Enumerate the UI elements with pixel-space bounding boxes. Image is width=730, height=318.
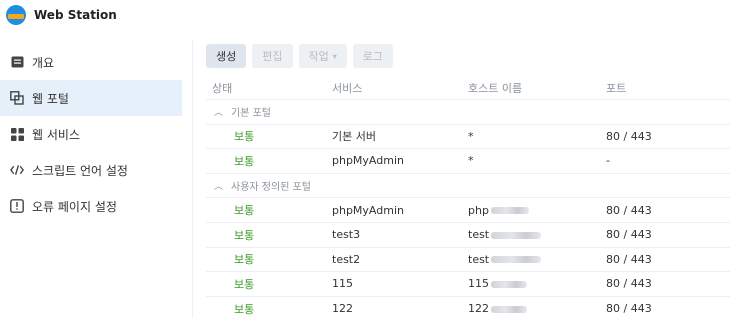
table-row[interactable]: 보통 115 115 80 / 443	[206, 272, 730, 297]
column-header-service[interactable]: 서비스	[332, 80, 468, 96]
table-row[interactable]: 보통 test3 test 80 / 443	[206, 223, 730, 248]
hostname: *	[468, 154, 474, 168]
hostname: 122	[468, 302, 489, 316]
sidebar-item-label: 개요	[32, 55, 55, 70]
service-name: 115	[332, 277, 353, 291]
edit-button[interactable]: 편집	[252, 44, 293, 68]
title-bar: Web Station	[0, 0, 730, 30]
sidebar-divider	[192, 40, 193, 318]
hostname: php	[468, 203, 489, 217]
sidebar-item-label: 웹 포털	[32, 91, 69, 106]
hostname: 115	[468, 277, 489, 291]
sidebar-item-web-service[interactable]: 웹 서비스	[0, 116, 182, 152]
status-text: 보통	[234, 253, 255, 267]
status-text: 보통	[234, 130, 255, 144]
hostname-cell: test	[468, 253, 606, 266]
group-label: 기본 포털	[231, 108, 271, 120]
sidebar-item-label: 웹 서비스	[32, 127, 80, 142]
overview-icon	[10, 55, 24, 69]
hostname-cell: test	[468, 228, 606, 241]
table-header: 상태 서비스 호스트 이름 포트	[206, 76, 730, 100]
sidebar-item-script-language[interactable]: 스크립트 언어 설정	[0, 152, 182, 188]
hostname: test	[468, 252, 490, 266]
toolbar: 생성 편집 작업 ▾ 로그	[206, 44, 394, 68]
port: 80 / 443	[606, 302, 652, 316]
group-row-custom-portal[interactable]: ︿ 사용자 정의된 포털	[206, 174, 730, 199]
status-text: 보통	[234, 204, 255, 218]
table-row[interactable]: 보통 phpMyAdmin php 80 / 443	[206, 198, 730, 223]
group-row-default-portal[interactable]: ︿ 기본 포털	[206, 100, 730, 125]
port: 80 / 443	[606, 277, 652, 291]
web-station-logo-icon	[6, 5, 26, 25]
service-name: test3	[332, 228, 361, 242]
sidebar-item-web-portal[interactable]: 웹 포털	[0, 80, 182, 116]
action-dropdown-button[interactable]: 작업 ▾	[298, 44, 347, 68]
hostname: *	[468, 129, 474, 143]
sidebar: 개요 웹 포털 웹 서비스 스크립트 언어 설정 오류 페이지 설정	[0, 44, 182, 224]
status-text: 보통	[234, 277, 255, 291]
service-name: phpMyAdmin	[332, 154, 404, 168]
redacted-blur	[490, 207, 529, 215]
port: 80 / 443	[606, 252, 652, 266]
create-button[interactable]: 생성	[206, 44, 247, 68]
port: 80 / 443	[606, 203, 652, 217]
table-row[interactable]: 보통 기본 서버 * 80 / 443	[206, 125, 730, 150]
sidebar-item-label: 오류 페이지 설정	[32, 199, 117, 214]
service-name: 기본 서버	[332, 130, 376, 144]
port: -	[606, 154, 610, 168]
column-header-status[interactable]: 상태	[206, 80, 332, 96]
error-page-icon	[10, 199, 24, 213]
hostname: test	[468, 228, 490, 242]
redacted-blur	[491, 305, 527, 313]
code-icon	[10, 163, 24, 177]
chevron-up-icon[interactable]: ︿	[214, 105, 223, 118]
table-row[interactable]: 보통 phpMyAdmin * -	[206, 149, 730, 174]
web-service-icon	[10, 127, 24, 141]
port: 80 / 443	[606, 129, 652, 143]
table-row[interactable]: 보통 122 122 80 / 443	[206, 297, 730, 318]
port: 80 / 443	[606, 228, 652, 242]
status-text: 보통	[234, 154, 255, 168]
web-portal-icon	[10, 91, 24, 105]
hostname-cell: php	[468, 204, 606, 217]
service-name: test2	[332, 252, 361, 266]
column-header-hostname[interactable]: 호스트 이름	[468, 80, 606, 96]
group-label: 사용자 정의된 포털	[231, 182, 311, 194]
column-header-port[interactable]: 포트	[606, 80, 730, 96]
table-row[interactable]: 보통 test2 test 80 / 443	[206, 248, 730, 273]
service-name: 122	[332, 302, 353, 316]
action-label: 작업	[308, 50, 329, 63]
hostname-cell: 122	[468, 302, 606, 315]
status-text: 보통	[234, 228, 255, 242]
sidebar-item-label: 스크립트 언어 설정	[32, 163, 128, 178]
sidebar-item-error-page[interactable]: 오류 페이지 설정	[0, 188, 182, 224]
app-title: Web Station	[34, 8, 117, 22]
redacted-blur	[491, 231, 542, 239]
service-name: phpMyAdmin	[332, 203, 404, 217]
status-text: 보통	[234, 302, 255, 316]
hostname-cell: 115	[468, 277, 606, 290]
redacted-blur	[491, 280, 527, 288]
redacted-blur	[491, 256, 542, 264]
log-button[interactable]: 로그	[352, 44, 394, 68]
sidebar-item-overview[interactable]: 개요	[0, 44, 182, 80]
portal-table: 상태 서비스 호스트 이름 포트 ︿ 기본 포털 보통 기본 서버 * 80 /…	[206, 76, 730, 318]
chevron-up-icon[interactable]: ︿	[214, 179, 223, 192]
chevron-down-icon: ▾	[332, 51, 337, 61]
